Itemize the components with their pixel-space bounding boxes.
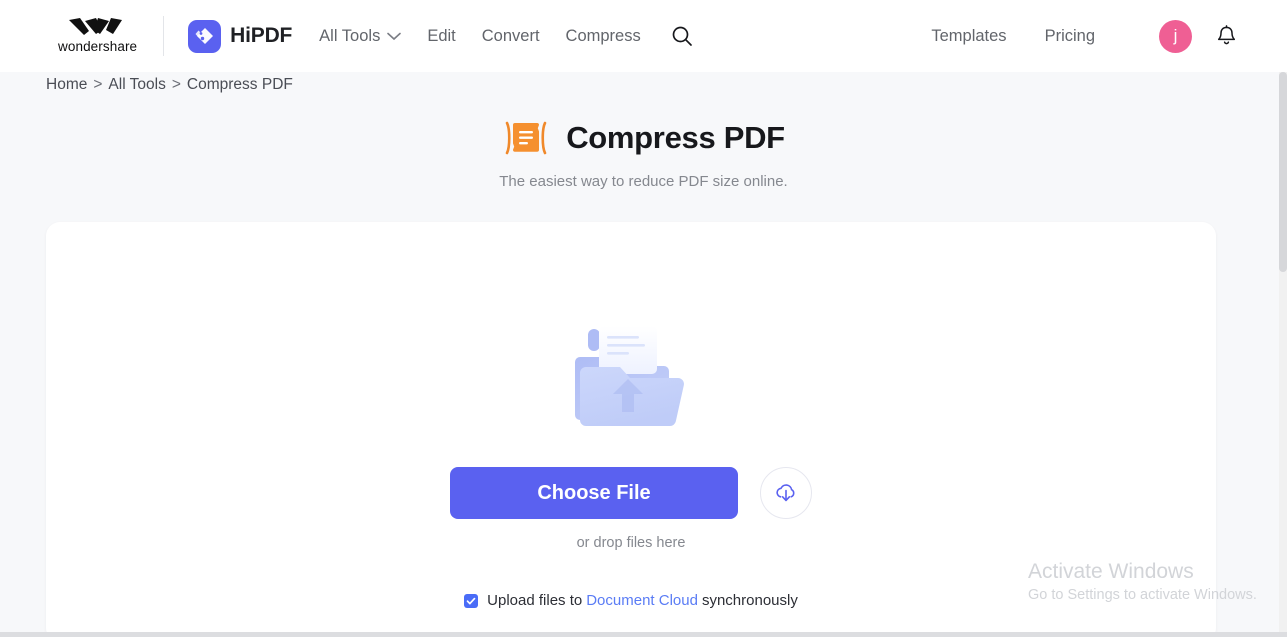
wondershare-mark-icon (68, 18, 122, 35)
nav-item-compress[interactable]: Compress (566, 27, 641, 46)
nav-item-edit[interactable]: Edit (427, 27, 455, 46)
cloud-download-icon (776, 484, 795, 502)
hipdf-diamond-icon (195, 28, 213, 44)
breadcrumb: Home > All Tools > Compress PDF (46, 76, 293, 94)
choose-file-button[interactable]: Choose File (450, 467, 738, 519)
avatar[interactable]: j (1159, 19, 1192, 53)
wondershare-logo[interactable]: wondershare (58, 18, 137, 54)
sync-upload-suffix: synchronously (701, 592, 798, 609)
page-subtitle: The easiest way to reduce PDF size onlin… (499, 173, 788, 190)
hipdf-name: HiPDF (230, 24, 293, 47)
window-bottom-bar (0, 632, 1287, 637)
breadcrumb-separator: > (171, 76, 181, 93)
main-nav: All Tools Edit Convert Compress (319, 25, 693, 47)
nav-item-convert[interactable]: Convert (482, 27, 540, 46)
chevron-down-icon (387, 32, 402, 40)
nav-item-templates[interactable]: Templates (931, 27, 1006, 46)
breadcrumb-item-home[interactable]: Home (46, 76, 87, 94)
upload-folder-illustration (575, 326, 684, 426)
compress-pdf-icon (505, 121, 547, 155)
nav-item-all-tools[interactable]: All Tools (319, 26, 402, 46)
search-button[interactable] (671, 25, 693, 47)
nav-item-pricing[interactable]: Pricing (1045, 27, 1095, 46)
upload-actions: Choose File (450, 467, 812, 519)
wondershare-wordmark: wondershare (58, 39, 138, 54)
hipdf-app-icon (188, 19, 222, 53)
check-icon (466, 597, 476, 604)
page-title: Compress PDF (566, 120, 785, 155)
drop-files-hint: or drop files here (576, 535, 686, 551)
bell-icon (1217, 24, 1236, 44)
nav-item-all-tools-label: All Tools (319, 26, 381, 45)
cloud-import-button[interactable] (760, 467, 812, 519)
document-cloud-link[interactable]: Document Cloud (586, 592, 698, 609)
breadcrumb-item-compress-pdf[interactable]: Compress PDF (187, 76, 293, 94)
brand-area: wondershare HiPDF (58, 16, 292, 56)
search-icon (672, 26, 692, 46)
sync-upload-prefix: Upload files to (487, 592, 583, 609)
upload-dropzone-card[interactable]: Choose File or drop files here Upload fi… (46, 222, 1216, 637)
header-right-area: Templates Pricing j (931, 19, 1237, 53)
hipdf-logo[interactable]: HiPDF (188, 19, 293, 53)
header-divider (163, 16, 165, 56)
breadcrumb-separator: > (93, 76, 103, 93)
page-scrollbar-thumb[interactable] (1279, 72, 1287, 272)
page-title-row: Compress PDF (0, 116, 1287, 160)
notifications-button[interactable] (1216, 24, 1237, 48)
sync-upload-checkbox[interactable] (464, 593, 479, 608)
site-header: wondershare HiPDF All Tools Edit Convert (0, 0, 1287, 72)
sync-upload-row: Upload files to Document Cloud synchrono… (46, 592, 1216, 609)
breadcrumb-item-all-tools[interactable]: All Tools (108, 76, 165, 94)
